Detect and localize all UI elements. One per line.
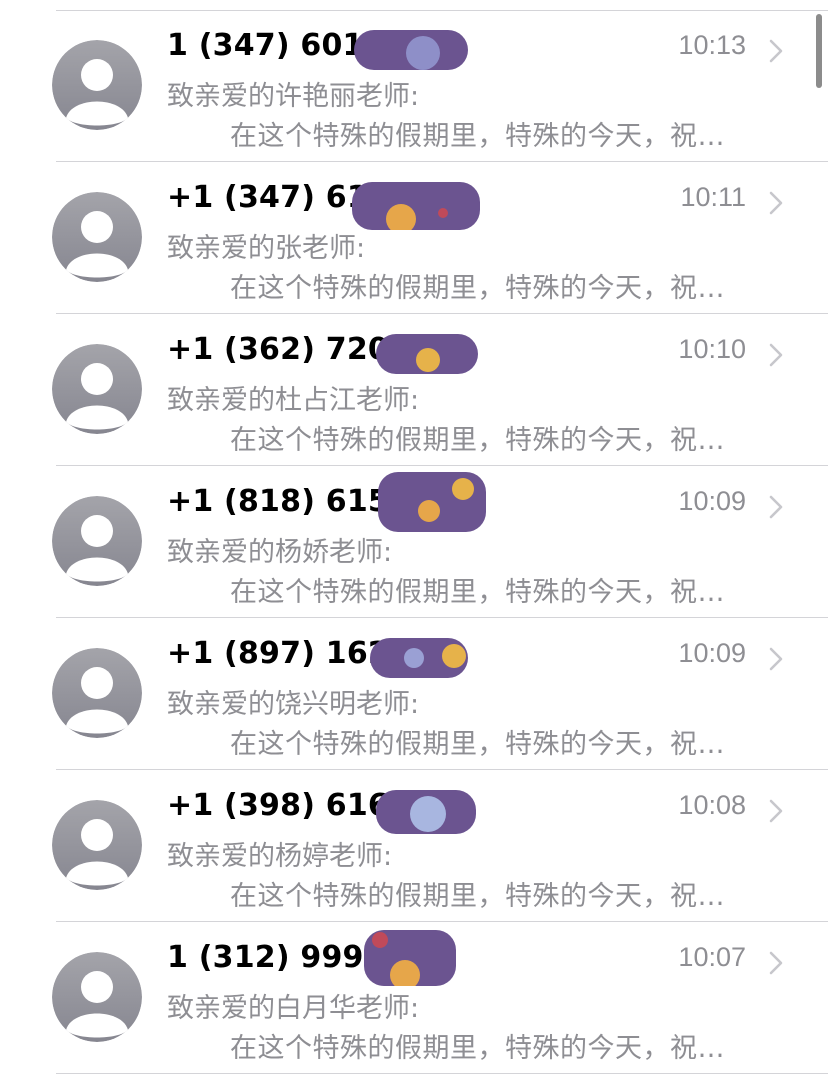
sender-phone-number: +1 (398) 616-: [167, 788, 402, 823]
message-preview-greeting: 致亲爱的杨婷老师:: [167, 841, 393, 872]
message-time: 10:13: [678, 30, 746, 60]
sender-phone-number: +1 (897) 162: [167, 636, 389, 671]
redaction-mark: [354, 30, 468, 70]
chevron-right-icon: [769, 951, 783, 975]
sender-phone-number: 1 (347) 601: [167, 28, 364, 63]
message-preview-body: 在这个特殊的假期里，特殊的今天，祝…: [230, 1033, 725, 1064]
message-preview-greeting: 致亲爱的许艳丽老师:: [167, 81, 420, 112]
contact-avatar-icon: [52, 40, 142, 130]
conversation-row[interactable]: 1 (312) 999- 10:07 致亲爱的白月华老师: 在这个特殊的假期里，…: [0, 922, 828, 1074]
message-preview-body: 在这个特殊的假期里，特殊的今天，祝…: [230, 121, 725, 152]
contact-avatar-icon: [52, 648, 142, 738]
contact-avatar-icon: [52, 800, 142, 890]
message-time: 10:08: [678, 790, 746, 820]
row-divider: [56, 1073, 828, 1074]
chevron-right-icon: [769, 343, 783, 367]
conversation-row[interactable]: 1 (347) 601 10:13 致亲爱的许艳丽老师: 在这个特殊的假期里，特…: [0, 10, 828, 162]
redaction-mark: [370, 638, 468, 678]
redaction-mark: [364, 930, 456, 986]
redaction-mark: [376, 334, 478, 374]
message-time: 10:09: [678, 486, 746, 516]
message-preview-body: 在这个特殊的假期里，特殊的今天，祝…: [230, 729, 725, 760]
sender-phone-number: 1 (312) 999-: [167, 940, 377, 975]
message-list: 1 (347) 601 10:13 致亲爱的许艳丽老师: 在这个特殊的假期里，特…: [0, 0, 828, 1085]
chevron-right-icon: [769, 495, 783, 519]
message-preview-greeting: 致亲爱的杨娇老师:: [167, 537, 393, 568]
message-time: 10:07: [678, 942, 746, 972]
message-preview-greeting: 致亲爱的白月华老师:: [167, 993, 420, 1024]
chevron-right-icon: [769, 39, 783, 63]
redaction-mark: [378, 472, 486, 532]
message-preview-body: 在这个特殊的假期里，特殊的今天，祝…: [230, 425, 725, 456]
contact-avatar-icon: [52, 344, 142, 434]
conversation-row[interactable]: +1 (362) 720- 10:10 致亲爱的杜占江老师: 在这个特殊的假期里…: [0, 314, 828, 466]
chevron-right-icon: [769, 191, 783, 215]
scrollbar[interactable]: [816, 14, 822, 88]
contact-avatar-icon: [52, 496, 142, 586]
message-preview-greeting: 致亲爱的杜占江老师:: [167, 385, 420, 416]
conversation-row[interactable]: +1 (347) 612 10:11 致亲爱的张老师: 在这个特殊的假期里，特殊…: [0, 162, 828, 314]
message-preview-greeting: 致亲爱的饶兴明老师:: [167, 689, 420, 720]
contact-avatar-icon: [52, 192, 142, 282]
redaction-mark: [352, 182, 480, 230]
redaction-mark: [376, 790, 476, 834]
conversation-row[interactable]: +1 (818) 615- 10:09 致亲爱的杨娇老师: 在这个特殊的假期里，…: [0, 466, 828, 618]
message-preview-greeting: 致亲爱的张老师:: [167, 233, 366, 264]
conversation-row[interactable]: +1 (398) 616- 10:08 致亲爱的杨婷老师: 在这个特殊的假期里，…: [0, 770, 828, 922]
message-time: 10:10: [678, 334, 746, 364]
chevron-right-icon: [769, 647, 783, 671]
sender-phone-number: +1 (362) 720-: [167, 332, 402, 367]
sender-phone-number: +1 (818) 615-: [167, 484, 402, 519]
contact-avatar-icon: [52, 952, 142, 1042]
message-time: 10:09: [678, 638, 746, 668]
conversation-row[interactable]: +1 (897) 162 10:09 致亲爱的饶兴明老师: 在这个特殊的假期里，…: [0, 618, 828, 770]
message-time: 10:11: [680, 182, 746, 212]
message-preview-body: 在这个特殊的假期里，特殊的今天，祝…: [230, 577, 725, 608]
message-preview-body: 在这个特殊的假期里，特殊的今天，祝…: [230, 273, 725, 304]
message-preview-body: 在这个特殊的假期里，特殊的今天，祝…: [230, 881, 725, 912]
chevron-right-icon: [769, 799, 783, 823]
